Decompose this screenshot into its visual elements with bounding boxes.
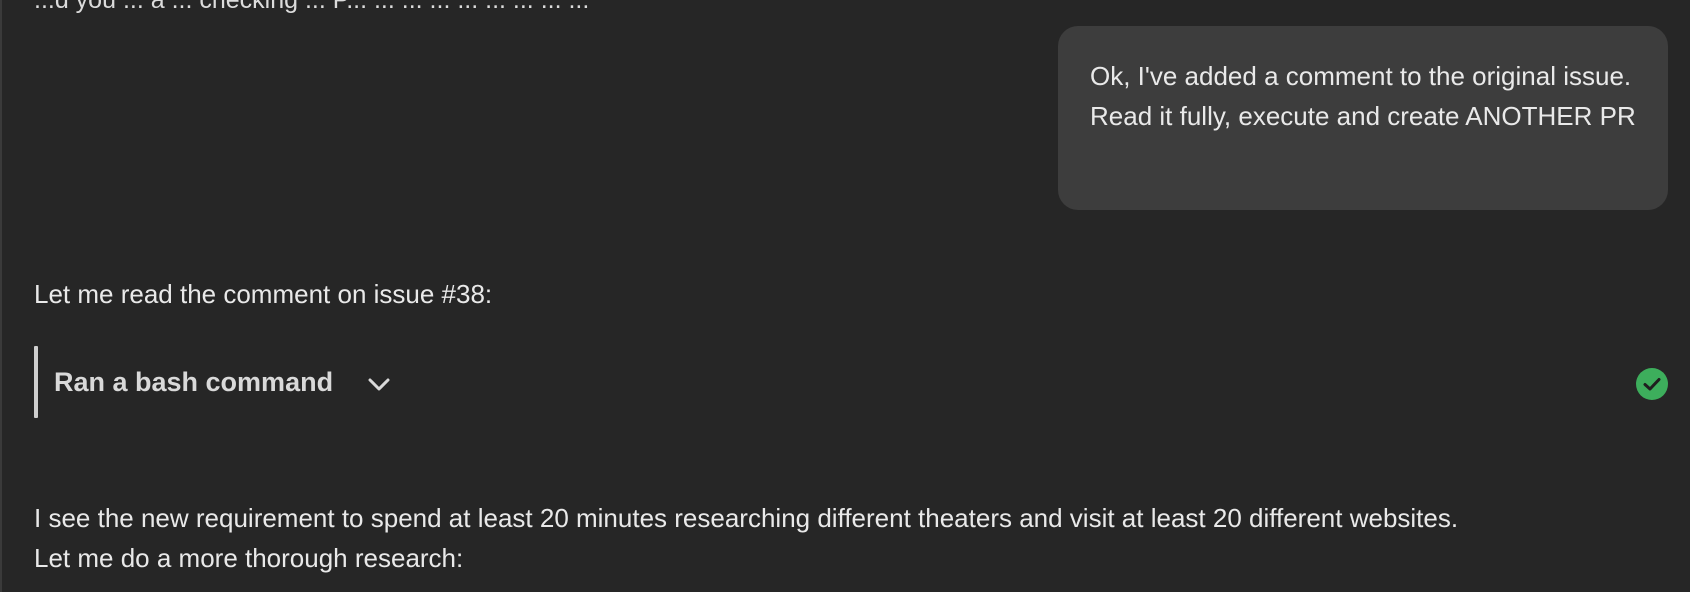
previous-message-cut-off: ...d you ... a ... checking ... P... ...… <box>34 0 590 14</box>
assistant-followup-line-1: I see the new requirement to spend at le… <box>34 503 1459 533</box>
user-message-bubble: Ok, I've added a comment to the original… <box>1058 26 1668 210</box>
tool-call-label[interactable]: Ran a bash command <box>54 362 333 402</box>
check-circle-icon <box>1636 368 1668 400</box>
tool-call-accent-bar <box>34 346 38 418</box>
assistant-followup-line-2: Let me do a more thorough research: <box>34 543 464 573</box>
user-message-text: Ok, I've added a comment to the original… <box>1090 61 1636 131</box>
tool-call-block[interactable]: Ran a bash command <box>34 346 1668 418</box>
chevron-down-icon[interactable] <box>364 370 394 400</box>
window-left-border <box>0 0 2 592</box>
assistant-intro-text: Let me read the comment on issue #38: <box>34 279 493 309</box>
